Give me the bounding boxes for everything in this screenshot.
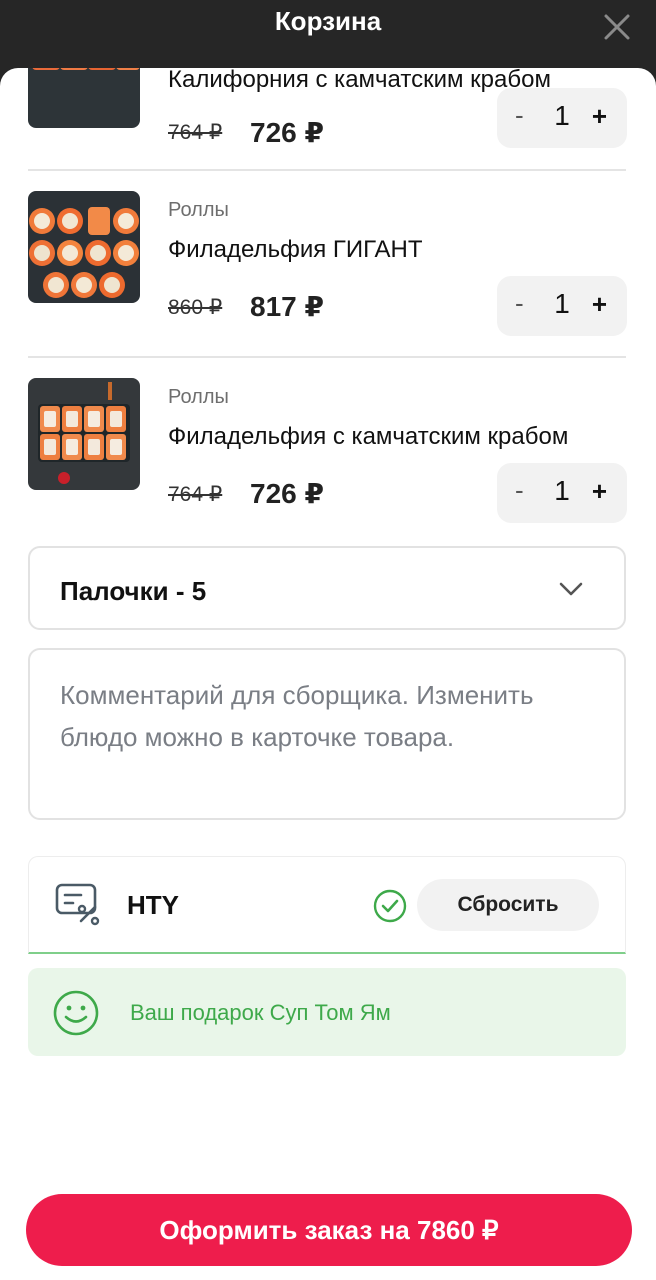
- product-name[interactable]: Филадельфия ГИГАНТ: [168, 236, 423, 264]
- smile-icon: [53, 990, 99, 1036]
- quantity-value: 1: [554, 475, 570, 506]
- cart-item: Роллы Филадельфия с камчатским крабом 76…: [0, 365, 656, 523]
- comment-input[interactable]: [60, 674, 600, 804]
- reset-promo-button[interactable]: Сбросить: [417, 879, 599, 931]
- gift-notice: Ваш подарок Суп Том Ям: [28, 968, 626, 1056]
- checkout-button[interactable]: Оформить заказ на 7860 ₽: [26, 1194, 632, 1266]
- price: 817 ₽: [250, 291, 324, 322]
- quantity-stepper: - 1 +: [497, 276, 627, 336]
- divider: [28, 169, 626, 171]
- promo-code-row: HTY Сбросить: [28, 856, 626, 954]
- header-bar: Корзина: [0, 0, 656, 70]
- increase-button[interactable]: +: [592, 289, 607, 320]
- product-name[interactable]: Калифорния с камчатским крабом: [168, 68, 551, 94]
- cart-item: Калифорния с камчатским крабом 764 ₽ 726…: [0, 68, 656, 164]
- quantity-stepper: - 1 +: [497, 463, 627, 523]
- price: 726 ₽: [250, 478, 324, 509]
- old-price: 860 ₽: [168, 296, 223, 319]
- divider: [28, 356, 626, 358]
- product-category: Роллы: [168, 386, 229, 408]
- price: 726 ₽: [250, 117, 324, 148]
- cart-sheet: Калифорния с камчатским крабом 764 ₽ 726…: [0, 68, 656, 1280]
- coupon-icon: [55, 883, 100, 926]
- quantity-stepper: - 1 +: [497, 88, 627, 148]
- page-title: Корзина: [274, 6, 382, 36]
- quantity-value: 1: [554, 100, 570, 131]
- product-image[interactable]: [28, 191, 140, 303]
- chopsticks-select[interactable]: Палочки - 5: [28, 546, 626, 630]
- chopsticks-label: Палочки - 5: [60, 576, 207, 606]
- comment-box: [28, 648, 626, 820]
- old-price: 764 ₽: [168, 483, 223, 506]
- chevron-down-icon: [559, 582, 583, 596]
- product-image[interactable]: [28, 378, 140, 490]
- promo-code-value: HTY: [127, 890, 179, 920]
- increase-button[interactable]: +: [592, 476, 607, 507]
- old-price: 764 ₽: [168, 121, 223, 144]
- product-name[interactable]: Филадельфия с камчатским крабом: [168, 423, 568, 451]
- cart-item: Роллы Филадельфия ГИГАНТ 860 ₽ 817 ₽ - 1…: [0, 178, 656, 336]
- close-icon[interactable]: [602, 12, 632, 42]
- gift-text: Ваш подарок Суп Том Ям: [130, 1000, 391, 1025]
- product-category: Роллы: [168, 199, 229, 221]
- product-image[interactable]: [28, 68, 140, 128]
- increase-button[interactable]: +: [592, 101, 607, 132]
- check-circle-icon: [373, 889, 407, 923]
- quantity-value: 1: [554, 288, 570, 319]
